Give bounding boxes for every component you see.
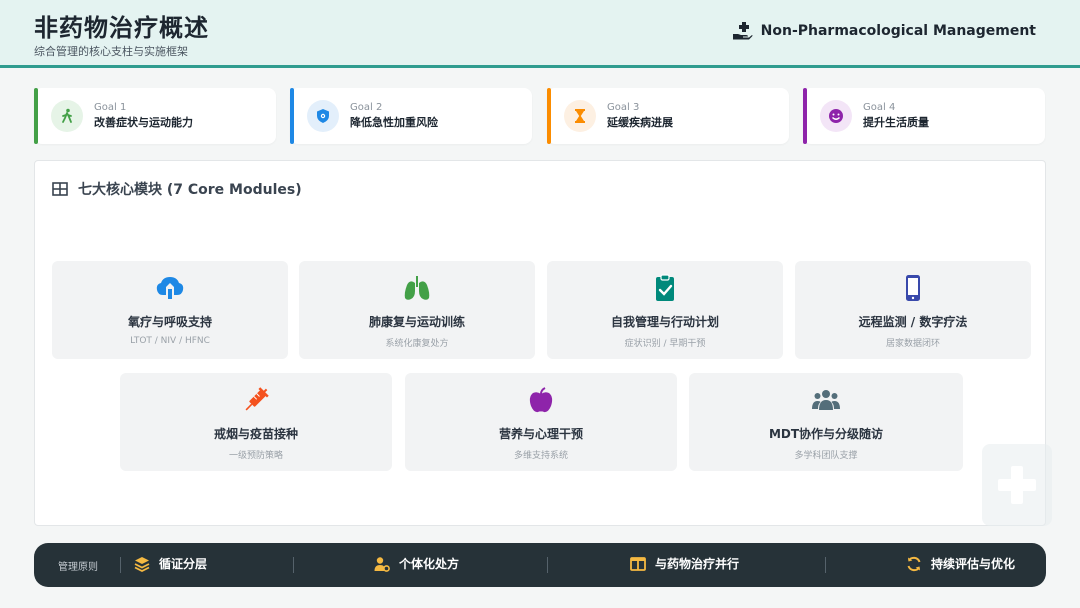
module-card: 戒烟与疫苗接种 一级预防策略 [120, 373, 392, 471]
goal-number: Goal 1 [94, 102, 127, 113]
module-card: 营养与心理干预 多维支持系统 [405, 373, 677, 471]
users-icon [810, 385, 842, 415]
core-modules-panel: 七大核心模块 (7 Core Modules) 氧疗与呼吸支持 LTOT / N… [34, 160, 1046, 526]
goal-label: 提升生活质量 [863, 116, 929, 129]
lungs-virus-icon [154, 273, 186, 303]
goal-label: 改善症状与运动能力 [94, 116, 193, 129]
module-subtitle: 症状识别 / 早期干预 [624, 339, 706, 349]
clipboard-check-icon [649, 273, 681, 303]
mobile-phone-icon [897, 273, 929, 303]
module-subtitle: 多维支持系统 [513, 451, 568, 461]
module-title: 氧疗与呼吸支持 [127, 315, 212, 329]
hourglass-icon [564, 100, 596, 132]
sync-icon [907, 556, 921, 571]
page-subtitle: 综合管理的核心支柱与实施框架 [34, 45, 188, 58]
module-card: MDT协作与分级随访 多学科团队支撑 [689, 373, 963, 471]
lungs-icon [401, 273, 433, 303]
principle-label: 循证分层 [159, 557, 208, 571]
panel-header: 七大核心模块 (7 Core Modules) [52, 179, 302, 199]
module-subtitle: 居家数据闭环 [885, 339, 940, 349]
goal-card-4: Goal 4 提升生活质量 [803, 88, 1045, 144]
goal-accent-bar [803, 88, 807, 144]
page-title: 非药物治疗概述 [34, 14, 209, 42]
module-subtitle: 一级预防策略 [228, 451, 283, 461]
goal-card-1: Goal 1 改善症状与运动能力 [34, 88, 276, 144]
module-card: 肺康复与运动训练 系统化康复处方 [299, 261, 535, 359]
principle-label: 持续评估与优化 [931, 557, 1016, 571]
module-title: 远程监测 / 数字疗法 [858, 315, 968, 329]
module-title: 营养与心理干预 [498, 427, 583, 441]
hand-holding-medical-icon [732, 22, 753, 40]
goal-label: 延缓疾病进展 [607, 116, 673, 129]
module-title: 肺康复与运动训练 [368, 315, 465, 329]
goal-card-3: Goal 3 延缓疾病进展 [547, 88, 789, 144]
columns-icon [630, 556, 646, 571]
principle-item: 与药物治疗并行 [630, 555, 739, 572]
goals-row: Goal 1 改善症状与运动能力 Goal 2 降低急性加重风险 Goal 3 … [34, 88, 1046, 144]
module-title: MDT协作与分级随访 [768, 427, 884, 441]
goal-number: Goal 2 [350, 102, 383, 113]
module-card: 自我管理与行动计划 症状识别 / 早期干预 [547, 261, 783, 359]
brand-label: Non-Pharmacological Management [732, 22, 1036, 40]
module-subtitle: 多学科团队支撑 [794, 451, 858, 461]
divider [293, 557, 294, 573]
syringe-icon [240, 385, 272, 415]
goal-accent-bar [290, 88, 294, 144]
divider [120, 557, 121, 573]
module-subtitle: LTOT / NIV / HFNC [130, 336, 210, 346]
goal-number: Goal 4 [863, 102, 896, 113]
walking-person-icon [51, 100, 83, 132]
goal-card-2: Goal 2 降低急性加重风险 [290, 88, 532, 144]
principles-label: 管理原则 [58, 562, 98, 573]
goal-accent-bar [547, 88, 551, 144]
divider [825, 557, 826, 573]
apple-icon [525, 385, 557, 415]
shield-virus-icon [307, 100, 339, 132]
brand-text: Non-Pharmacological Management [760, 23, 1036, 39]
medical-plus-watermark-icon [982, 444, 1052, 526]
principle-item: 持续评估与优化 [906, 555, 1015, 572]
goal-label: 降低急性加重风险 [350, 116, 438, 129]
module-title: 自我管理与行动计划 [610, 315, 719, 329]
grid-icon [52, 182, 68, 196]
page-header: 非药物治疗概述 综合管理的核心支柱与实施框架 Non-Pharmacologic… [0, 0, 1080, 68]
panel-title: 七大核心模块 (7 Core Modules) [78, 182, 302, 198]
divider [547, 557, 548, 573]
goal-number: Goal 3 [607, 102, 640, 113]
user-gear-icon [374, 556, 390, 572]
module-title: 戒烟与疫苗接种 [213, 427, 298, 441]
module-card: 氧疗与呼吸支持 LTOT / NIV / HFNC [52, 261, 288, 359]
principle-label: 与药物治疗并行 [655, 557, 740, 571]
principles-bar: 管理原则 循证分层 个体化处方 与药物治疗并行 持续评估与优化 [34, 543, 1046, 587]
principle-item: 个体化处方 [374, 555, 459, 572]
goal-accent-bar [34, 88, 38, 144]
principle-item: 循证分层 [134, 555, 207, 572]
smile-icon [820, 100, 852, 132]
module-subtitle: 系统化康复处方 [385, 339, 449, 349]
module-card: 远程监测 / 数字疗法 居家数据闭环 [795, 261, 1031, 359]
principle-label: 个体化处方 [399, 557, 460, 571]
layers-icon [134, 556, 150, 572]
